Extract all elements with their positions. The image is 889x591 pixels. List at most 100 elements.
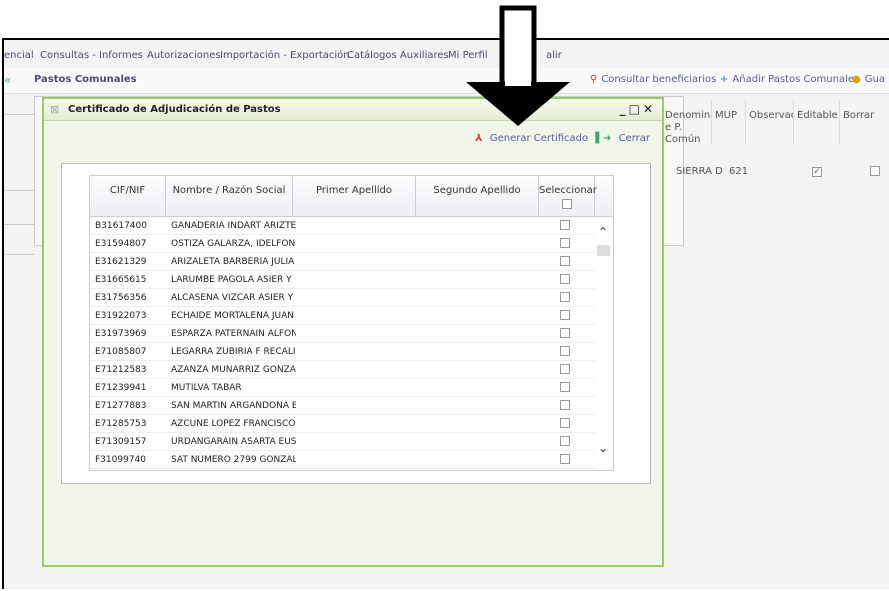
save-icon: ●	[852, 74, 861, 85]
cell-cif: F31099740	[95, 455, 146, 465]
certificado-dialog: ⊠ Certificado de Adjudicación de Pastos …	[42, 97, 664, 567]
table-row[interactable]: E31973969 ESPARZA PATERNAIN ALFON	[90, 325, 595, 343]
table-row[interactable]: E71085807 LEGARRA ZUBIRIA F RECALI	[90, 343, 595, 361]
row-select-checkbox[interactable]	[560, 220, 570, 230]
exit-icon: ▌➜	[595, 133, 612, 144]
close-icon[interactable]: ✕	[643, 102, 656, 116]
col-header-seleccionar[interactable]: Seleccionar	[539, 176, 597, 217]
menu-bar: encial Consultas - Informes Autorizacion…	[4, 48, 889, 68]
cell-mup: 621	[729, 166, 749, 177]
consultar-beneficiarios-button[interactable]: ⚲ Consultar beneficiarios	[590, 74, 716, 85]
cell-cif: E71285753	[95, 419, 147, 429]
dialog-toolbar: ⅄ Generar Certificado ▌➜ Cerrar	[471, 133, 650, 144]
cell-nombre: LEGARRA ZUBIRIA F RECALI	[171, 347, 296, 357]
search-icon: ⚲	[590, 74, 598, 85]
generar-certificado-button[interactable]: Generar Certificado	[490, 133, 588, 144]
cell-nombre: AZANZA MUNARRIZ GONZAL	[171, 365, 296, 375]
col-header-cif[interactable]: CIF/NIF	[90, 176, 166, 217]
cell-cif: B31617400	[95, 221, 147, 231]
cell-nombre: URDANGARAIN ASARTA EUS	[171, 437, 296, 447]
col-header-editable[interactable]: Editable	[794, 100, 840, 144]
cell-cif: E31594807	[95, 239, 147, 249]
down-arrow-annotation	[466, 5, 570, 126]
row-select-checkbox[interactable]	[560, 454, 570, 464]
grid-container: CIF/NIF Nombre / Razón Social Primer Ape…	[61, 163, 651, 484]
table-header: CIF/NIF Nombre / Razón Social Primer Ape…	[90, 176, 613, 217]
table-row[interactable]: F31099740 SAT NUMERO 2799 GONZAL	[90, 451, 595, 469]
chevron-up-icon[interactable]: ⌃	[598, 225, 608, 239]
menu-item-autorizaciones[interactable]: Autorizaciones	[147, 50, 221, 61]
page-title: Pastos Comunales	[34, 74, 137, 85]
row-select-checkbox[interactable]	[560, 310, 570, 320]
col-header-nombre[interactable]: Nombre / Razón Social	[166, 176, 293, 217]
cell-cif: E31973969	[95, 329, 147, 339]
cell-cif: E71212583	[95, 365, 147, 375]
scrollbar-thumb[interactable]	[597, 245, 610, 256]
table-row[interactable]: E31756356 ALCASENA VIZCAR ASIER Y	[90, 289, 595, 307]
cell-cif: E71239941	[95, 383, 147, 393]
menu-item-gerencial[interactable]: encial	[4, 50, 34, 61]
row-select-checkbox[interactable]	[560, 274, 570, 284]
cell-cif: E31621329	[95, 257, 147, 267]
table-row[interactable]: E31594807 OSTIZA GALARZA, IDELFON	[90, 235, 595, 253]
row-select-checkbox[interactable]	[560, 328, 570, 338]
table-row[interactable]: B31617400 GANADERIA INDART ARIZTE	[90, 217, 595, 235]
cell-nombre: ARIZALETA BARBERIA JULIA	[171, 257, 295, 267]
table-row[interactable]: E71239941 MUTILVA TABAR	[90, 379, 595, 397]
left-rail	[4, 94, 34, 591]
chevron-down-icon[interactable]: ⌄	[598, 441, 608, 455]
dialog-title: Certificado de Adjudicación de Pastos	[68, 104, 281, 115]
window-icon: ⊠	[50, 103, 60, 116]
cell-nombre: ESPARZA PATERNAIN ALFON	[171, 329, 296, 339]
row-select-checkbox[interactable]	[560, 292, 570, 302]
cell-nombre: LARUMBE PAGOLA ASIER Y	[171, 275, 292, 285]
cell-cif: E71309157	[95, 437, 147, 447]
row-select-checkbox[interactable]	[560, 238, 570, 248]
menu-item-importacion[interactable]: Importación - Exportación	[220, 50, 350, 61]
row-select-checkbox[interactable]	[560, 436, 570, 446]
col-header-observaciones[interactable]: Observaci	[746, 100, 794, 144]
table-row[interactable]: E31665615 LARUMBE PAGOLA ASIER Y	[90, 271, 595, 289]
col-header-segundo-apellido[interactable]: Segundo Apellido	[416, 176, 539, 217]
table-row[interactable]: E31922073 ECHAIDE MORTALENA JUAN	[90, 307, 595, 325]
row-select-checkbox[interactable]	[560, 382, 570, 392]
col-header-denominacion[interactable]: Denomina e P. Común	[662, 100, 712, 144]
table-row[interactable]: E71277883 SAN MARTIN ARGANDOÑA E	[90, 397, 595, 415]
minimize-icon[interactable]: _	[620, 102, 629, 116]
cell-nombre: SAN MARTIN ARGANDOÑA E	[171, 401, 296, 411]
row-select-checkbox[interactable]	[560, 364, 570, 374]
menu-item-catalogos[interactable]: Catálogos Auxiliares	[347, 50, 449, 61]
vertical-scrollbar[interactable]: ⌃ ⌄	[595, 217, 613, 470]
row-select-checkbox[interactable]	[560, 400, 570, 410]
row-select-checkbox[interactable]	[560, 256, 570, 266]
table-row[interactable]: E31621329 ARIZALETA BARBERIA JULIA	[90, 253, 595, 271]
menu-item-consultas[interactable]: Consultas - Informes	[40, 50, 143, 61]
cell-cif: E31756356	[95, 293, 147, 303]
beneficiarios-table: CIF/NIF Nombre / Razón Social Primer Ape…	[89, 175, 614, 471]
guardar-button[interactable]: ● Gua	[852, 74, 885, 85]
background-grid: Denomina e P. Común MUP Observaci Editab…	[662, 100, 889, 210]
cell-cif: E31922073	[95, 311, 147, 321]
table-row[interactable]: E71212583 AZANZA MUNARRIZ GONZAL	[90, 361, 595, 379]
cell-denominacion: SIERRA D	[676, 166, 723, 177]
anadir-pastos-button[interactable]: + Añadir Pastos Comunales	[720, 74, 859, 85]
cerrar-button[interactable]: Cerrar	[619, 133, 650, 144]
row-select-checkbox[interactable]	[560, 346, 570, 356]
col-header-mup[interactable]: MUP	[712, 100, 746, 144]
plus-icon: +	[720, 74, 729, 85]
table-row[interactable]: E71285753 AZCUNE LOPEZ FRANCISCO,	[90, 415, 595, 433]
table-body: B31617400 GANADERIA INDART ARIZTE E3159480…	[90, 217, 595, 470]
borrar-checkbox[interactable]	[870, 166, 880, 176]
cell-cif: E71085807	[95, 347, 147, 357]
cell-nombre: AZCUNE LOPEZ FRANCISCO,	[171, 419, 296, 429]
row-select-checkbox[interactable]	[560, 418, 570, 428]
maximize-icon[interactable]: □	[629, 102, 643, 116]
select-all-checkbox[interactable]	[561, 199, 572, 209]
col-header-borrar[interactable]: Borrar	[840, 100, 889, 144]
editable-checkbox[interactable]: ✓	[812, 167, 822, 177]
collapse-icon[interactable]: «	[4, 73, 11, 87]
col-header-primer-apellido[interactable]: Primer Apellido	[293, 176, 416, 217]
table-row[interactable]: F31135637SAT NUMERO 4465 GUEMBE	[90, 469, 595, 470]
table-row[interactable]: E71309157 URDANGARAIN ASARTA EUS	[90, 433, 595, 451]
cell-nombre: ECHAIDE MORTALENA JUAN	[171, 311, 295, 321]
